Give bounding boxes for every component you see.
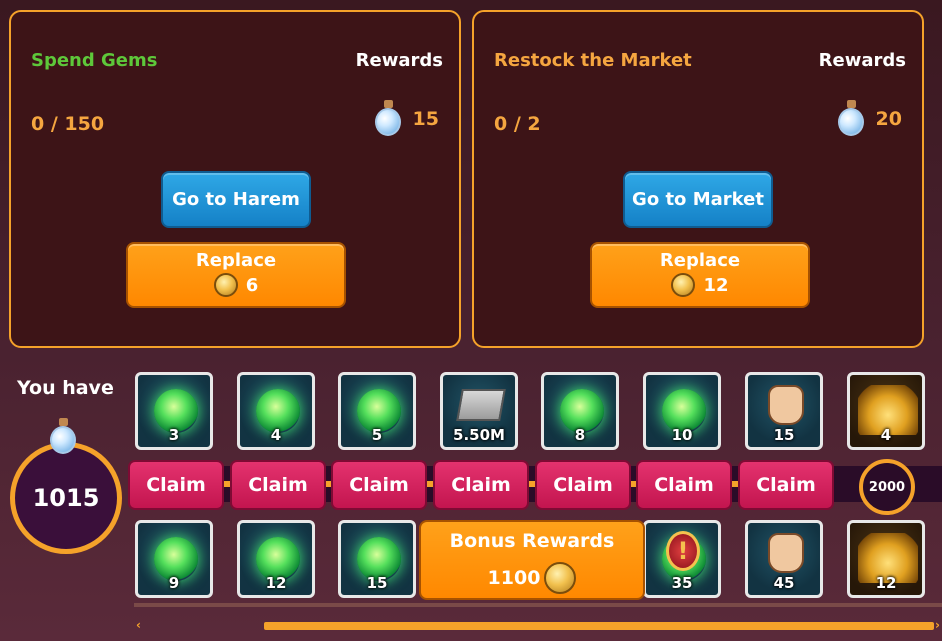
reward-count: 5	[371, 426, 383, 444]
claim-button[interactable]: Claim	[331, 460, 427, 510]
replace-cost: 12	[592, 273, 808, 297]
replace-label: Replace	[195, 250, 277, 271]
reward-count: 9	[168, 574, 180, 592]
exclamation-icon: !	[666, 531, 700, 571]
potion-icon	[48, 418, 78, 456]
reward-tile[interactable]: 9	[135, 520, 213, 598]
fist-icon	[768, 533, 804, 573]
replace-cost-value: 12	[703, 274, 729, 296]
task-panel-restock-market: Restock the Market Rewards 0 / 2 20 Go t…	[472, 10, 924, 348]
reward-tile[interactable]: 12	[847, 520, 925, 598]
reward-amount: 20	[875, 108, 902, 130]
reward-tile[interactable]: 5	[338, 372, 416, 450]
task-progress: 0 / 2	[494, 113, 541, 135]
task-title: Spend Gems	[31, 50, 158, 71]
next-goal-marker: 2000	[859, 459, 915, 515]
reward-count: 45	[773, 574, 795, 592]
reward-amount: 15	[412, 108, 439, 130]
go-to-harem-button[interactable]: Go to Harem	[161, 171, 311, 228]
claim-button[interactable]: Claim	[128, 460, 224, 510]
task-panel-spend-gems: Spend Gems Rewards 0 / 150 15 Go to Hare…	[9, 10, 461, 348]
reward-count: 3	[168, 426, 180, 444]
coin-icon	[213, 273, 238, 297]
reward-tile[interactable]: 3	[135, 372, 213, 450]
go-to-market-button[interactable]: Go to Market	[623, 171, 773, 228]
reward-count: 10	[671, 426, 693, 444]
rewards-label: Rewards	[818, 50, 906, 71]
replace-cost-value: 6	[245, 274, 259, 296]
reward-count: 12	[265, 574, 287, 592]
currency-balance-value: 1015	[32, 484, 100, 512]
reward-count: 15	[366, 574, 388, 592]
reward-count: 5.50M	[453, 426, 505, 444]
task-progress: 0 / 150	[31, 113, 105, 135]
potion-icon	[373, 100, 403, 138]
reward-count: 15	[773, 426, 795, 444]
task-reward: 15	[373, 100, 439, 138]
coin-icon	[671, 273, 696, 297]
next-goal-value: 2000	[868, 479, 906, 495]
claim-button[interactable]: Claim	[535, 460, 631, 510]
currency-balance: 1015	[10, 442, 122, 554]
reward-tile[interactable]: 4	[237, 372, 315, 450]
coin-icon	[544, 562, 577, 594]
reward-tile[interactable]: 15	[745, 372, 823, 450]
claim-button[interactable]: Claim	[230, 460, 326, 510]
reward-tile[interactable]: 10	[643, 372, 721, 450]
reward-count: 4	[880, 426, 892, 444]
bonus-cost-value: 1100	[487, 567, 541, 589]
reward-tile[interactable]: 12	[237, 520, 315, 598]
replace-button[interactable]: Replace 6	[126, 242, 346, 308]
claim-button[interactable]: Claim	[433, 460, 529, 510]
reward-count: 4	[270, 426, 282, 444]
reward-tile[interactable]: 8	[541, 372, 619, 450]
scroll-right-arrow-icon[interactable]: ›	[935, 618, 940, 632]
task-title: Restock the Market	[494, 50, 692, 71]
reward-tile[interactable]: 45	[745, 520, 823, 598]
lower-track	[134, 603, 942, 607]
reward-tile[interactable]: 4	[847, 372, 925, 450]
you-have-label: You have	[17, 377, 114, 399]
replace-button[interactable]: Replace 12	[590, 242, 810, 308]
claim-button[interactable]: Claim	[738, 460, 834, 510]
fist-icon	[768, 385, 804, 425]
claim-button[interactable]: Claim	[636, 460, 732, 510]
money-stack-icon	[456, 389, 506, 421]
reward-tile[interactable]: 15	[338, 520, 416, 598]
rewards-label: Rewards	[355, 50, 443, 71]
task-reward: 20	[836, 100, 902, 138]
reward-tile[interactable]: 5.50M	[440, 372, 518, 450]
replace-label: Replace	[659, 250, 741, 271]
horizontal-scrollbar[interactable]	[264, 622, 934, 630]
bonus-rewards-button[interactable]: Bonus Rewards 1100	[419, 520, 645, 600]
reward-tile[interactable]: ! 35	[643, 520, 721, 598]
reward-count: 8	[574, 426, 586, 444]
reward-count: 35	[671, 574, 693, 592]
bonus-cost: 1100	[421, 562, 643, 594]
potion-icon	[836, 100, 866, 138]
reward-count: 12	[875, 574, 897, 592]
scroll-left-arrow-icon[interactable]: ‹	[136, 618, 141, 632]
bonus-title: Bonus Rewards	[449, 530, 615, 552]
replace-cost: 6	[128, 273, 344, 297]
